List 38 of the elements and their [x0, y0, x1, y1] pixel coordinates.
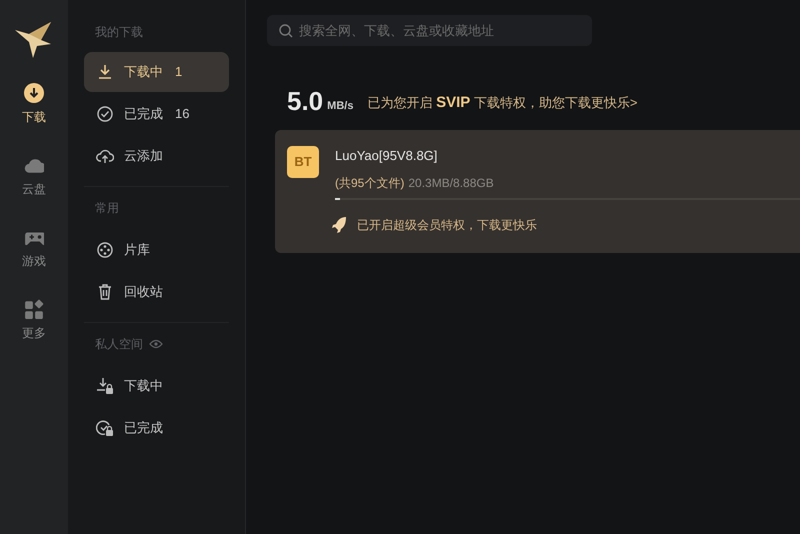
- check-circle-icon: [96, 105, 114, 123]
- film-reel-icon: [96, 241, 114, 259]
- download-icon: [96, 63, 114, 81]
- download-icon: [24, 83, 44, 103]
- rocket-icon: [331, 216, 347, 234]
- speed-unit: MB/s: [327, 98, 354, 114]
- rail-tab[interactable]: 云盘: [8, 155, 60, 207]
- file-count: (共95个文件): [335, 174, 404, 192]
- sidebar-item[interactable]: 下载中 1: [84, 52, 229, 92]
- rail-tab[interactable]: 下载: [8, 83, 60, 135]
- task-name: LuoYao[95V8.8G]: [335, 147, 438, 165]
- section-title: 我的下载: [95, 24, 143, 41]
- rail-tab[interactable]: 更多: [8, 299, 60, 351]
- speed-value: 5.0: [287, 88, 324, 114]
- section-title: 私人空间: [95, 336, 143, 353]
- bt-file-icon: BT: [287, 146, 319, 178]
- promo-link[interactable]: 已为您开启 SVIP 下载特权，助您下载更快乐>: [367, 92, 638, 114]
- apps-icon: [24, 299, 44, 319]
- download-size: 20.3MB/8.88GB: [408, 174, 494, 192]
- sidebar-item[interactable]: 云添加: [84, 136, 229, 176]
- eye-icon[interactable]: [149, 339, 163, 349]
- item-count: 16: [175, 105, 190, 124]
- vip-note: 已开启超级会员特权，下载更快乐: [357, 216, 537, 234]
- search-icon: [279, 24, 293, 38]
- sidebar-item[interactable]: 已完成 16: [84, 94, 229, 134]
- rail-tab[interactable]: 游戏: [8, 227, 60, 279]
- check-lock-icon: [96, 419, 114, 437]
- task-card[interactable]: BT LuoYao[95V8.8G] (共95个文件) 20.3MB/8.88GB 已开启超级会员特权，下载更快乐: [275, 130, 800, 253]
- sidebar-item[interactable]: 片库: [84, 230, 229, 270]
- trash-icon: [96, 283, 114, 301]
- section-title: 常用: [95, 200, 119, 217]
- sidebar-item[interactable]: 回收站: [84, 272, 229, 312]
- cloud-upload-icon: [96, 147, 114, 165]
- item-count: 1: [175, 63, 182, 82]
- download-lock-icon: [96, 377, 114, 395]
- search-field[interactable]: 搜索全网、下载、云盘或收藏地址: [267, 15, 592, 46]
- sidebar-item[interactable]: 下载中: [84, 366, 229, 406]
- sidebar-item[interactable]: 已完成: [84, 408, 229, 448]
